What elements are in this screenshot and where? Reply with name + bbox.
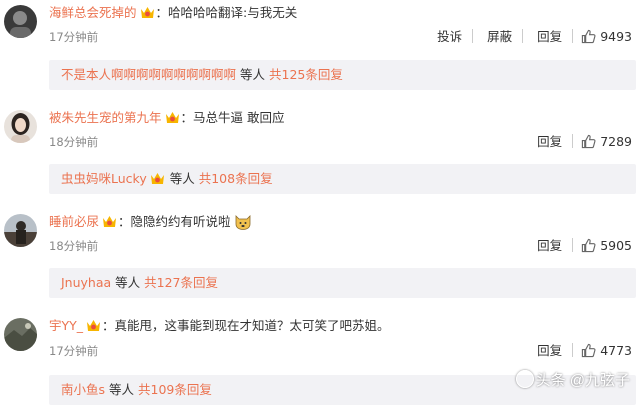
thumbs-up-icon: [582, 238, 596, 253]
reply-suffix: 等人: [109, 382, 135, 397]
avatar-image: [4, 318, 37, 351]
avatar-image: [4, 214, 37, 247]
like-button[interactable]: 9493: [581, 29, 632, 45]
divider: [572, 238, 574, 252]
comment-actions: 投诉 屏蔽 回复 9493: [423, 29, 632, 45]
avatar[interactable]: [4, 110, 37, 143]
username-link[interactable]: 被朱先生宠的第九年: [49, 110, 162, 125]
watermark: 头条 @九弦子: [515, 369, 630, 390]
reply-user-link[interactable]: 南小鱼s: [61, 382, 105, 397]
divider: [572, 343, 574, 357]
reply-suffix: 等人: [169, 171, 195, 186]
thumbs-up-icon: [582, 29, 596, 44]
vip-badge-icon: [140, 6, 155, 19]
comment-text: ：真能甩，这事能到现在才知道？太可笑了吧苏姐。: [102, 318, 390, 333]
comment-header: 宇YY_ ：真能甩，这事能到现在才知道？太可笑了吧苏姐。: [49, 318, 390, 334]
reply-button[interactable]: 回复: [537, 343, 562, 359]
comment-item: 海鲜总会死掉的 ：哈哈哈哈翻译:与我无关 17分钟前 投诉 屏蔽 回复 9493 不是本…: [0, 0, 640, 100]
vip-badge-icon: [86, 319, 101, 332]
vip-badge-icon: [165, 111, 180, 124]
reply-suffix: 等人: [115, 275, 141, 290]
comment-time: 18分钟前: [49, 135, 99, 149]
vip-badge-icon: [150, 166, 165, 184]
divider: [522, 29, 524, 43]
comment-time: 17分钟前: [49, 30, 99, 44]
comment-header: 海鲜总会死掉的 ：哈哈哈哈翻译:与我无关: [49, 5, 297, 21]
like-count: 5905: [600, 238, 632, 253]
avatar[interactable]: [4, 214, 37, 247]
block-button[interactable]: 屏蔽: [487, 29, 512, 45]
divider: [572, 134, 574, 148]
comment-time: 18分钟前: [49, 239, 99, 253]
comment-item: 睡前必尿 ：隐隐约约有听说啦 18分钟前 回复 5905 Jnuyhaa 等人 共1…: [0, 200, 640, 300]
comment-text: ：马总牛逼 敢回应: [180, 110, 285, 125]
like-button[interactable]: 4773: [581, 343, 632, 359]
avatar-image: [4, 110, 37, 143]
comment-header: 被朱先生宠的第九年 ：马总牛逼 敢回应: [49, 110, 285, 126]
username-link[interactable]: 海鲜总会死掉的: [49, 5, 137, 20]
reply-suffix: 等人: [240, 67, 266, 82]
divider: [472, 29, 474, 43]
comment-text: ：哈哈哈哈翻译:与我无关: [155, 5, 298, 20]
like-count: 9493: [600, 29, 632, 44]
reply-summary[interactable]: 虫虫妈咪Lucky 等人 共108条回复: [49, 164, 636, 194]
divider: [572, 29, 574, 43]
username-link[interactable]: 宇YY_: [49, 318, 83, 333]
reply-button[interactable]: 回复: [537, 238, 562, 254]
toutiao-logo-icon: [515, 370, 534, 388]
like-button[interactable]: 5905: [581, 238, 632, 254]
reply-count-link[interactable]: 共108条回复: [199, 171, 273, 186]
comment-header: 睡前必尿 ：隐隐约约有听说啦: [49, 214, 253, 230]
avatar[interactable]: [4, 318, 37, 351]
username-link[interactable]: 睡前必尿: [49, 214, 99, 229]
comment-actions: 回复 5905: [523, 238, 632, 254]
comment-text: ：隐隐约约有听说啦: [118, 214, 231, 229]
thumbs-up-icon: [582, 134, 596, 149]
like-count: 7289: [600, 134, 632, 149]
avatar-image: [4, 5, 37, 38]
like-count: 4773: [600, 343, 632, 358]
reply-user-link[interactable]: Jnuyhaa: [61, 275, 111, 290]
report-button[interactable]: 投诉: [437, 29, 462, 45]
comment-item: 被朱先生宠的第九年 ：马总牛逼 敢回应 18分钟前 回复 7289 虫虫妈咪Luck…: [0, 100, 640, 200]
reply-count-link[interactable]: 共127条回复: [144, 275, 218, 290]
vip-badge-icon: [102, 215, 117, 228]
comment-actions: 回复 4773: [523, 343, 632, 359]
watermark-text: 头条 @九弦子: [535, 372, 630, 389]
reply-user-link[interactable]: 不是本人啊啊啊啊啊啊啊啊啊啊: [61, 67, 236, 82]
avatar[interactable]: [4, 5, 37, 38]
reply-count-link[interactable]: 共125条回复: [269, 67, 343, 82]
comment-time: 17分钟前: [49, 344, 99, 358]
reply-count-link[interactable]: 共109条回复: [138, 382, 212, 397]
reply-button[interactable]: 回复: [537, 134, 562, 150]
reply-summary[interactable]: 不是本人啊啊啊啊啊啊啊啊啊啊 等人 共125条回复: [49, 60, 636, 90]
dog-face-emoji-icon: [234, 214, 252, 230]
comment-actions: 回复 7289: [523, 134, 632, 150]
reply-summary[interactable]: Jnuyhaa 等人 共127条回复: [49, 268, 636, 298]
reply-user-link[interactable]: 虫虫妈咪Lucky: [61, 171, 147, 186]
like-button[interactable]: 7289: [581, 134, 632, 150]
reply-button[interactable]: 回复: [537, 29, 562, 45]
thumbs-up-icon: [582, 343, 596, 358]
